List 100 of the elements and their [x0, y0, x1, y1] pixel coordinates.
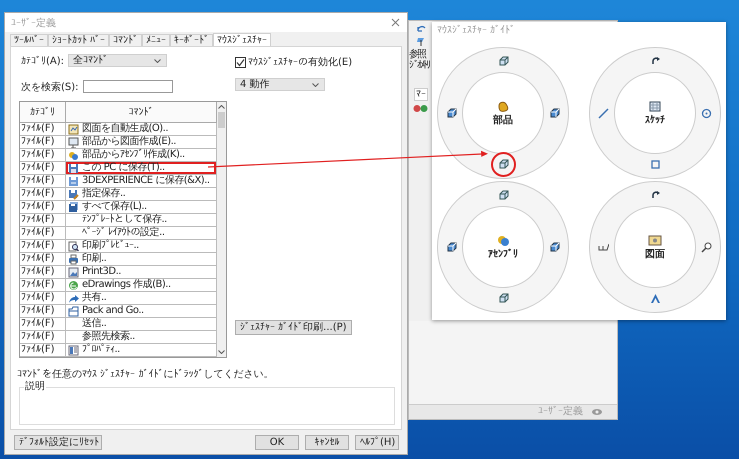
appearance-icon	[413, 104, 429, 113]
table-cell: ﾌｧｲﾙ(F)	[20, 344, 66, 357]
tab[interactable]: ﾏｰ	[414, 88, 428, 101]
gesture-center[interactable]: 部品	[462, 72, 544, 154]
table-cell[interactable]: 共有..	[66, 292, 217, 305]
table-cell[interactable]: ﾃﾝﾌﾟﾚｰﾄとして保存..	[66, 214, 217, 227]
gesture-center[interactable]: ｽｹｯﾁ	[614, 72, 696, 154]
eye-icon	[591, 408, 603, 416]
highlighted-cell[interactable]: この PC に保存(T)..	[66, 162, 217, 175]
table-cell: ﾌｧｲﾙ(F)	[20, 162, 66, 175]
table-cell[interactable]: ﾍﾟｰｼﾞ ﾚｲｱｳﾄの設定..	[66, 227, 217, 240]
field-label: ｶﾃｺﾞﾘ(A):	[21, 54, 64, 66]
table-cell[interactable]: ﾌﾟﾛﾊﾟﾃｨ..	[66, 344, 217, 357]
table-cell: ﾌｧｲﾙ(F)	[20, 123, 66, 136]
dialog-button[interactable]: ｷｬﾝｾﾙ	[305, 435, 349, 450]
table-cell: ﾌｧｲﾙ(F)	[20, 240, 66, 253]
globe-icon	[68, 280, 79, 290]
tab[interactable]: ｺﾏﾝﾄﾞ	[109, 34, 142, 46]
sketch-icon	[648, 100, 662, 113]
description-label: 説明	[24, 381, 46, 393]
cube-icon	[549, 242, 560, 253]
gesture-count-dropdown[interactable]: 4 動作	[235, 78, 325, 91]
table-cell: ﾌｧｲﾙ(F)	[20, 305, 66, 318]
search-field[interactable]	[82, 80, 173, 93]
printer-icon	[68, 254, 79, 264]
column-header[interactable]: ｺﾏﾝﾄﾞ	[66, 102, 217, 123]
category-dropdown[interactable]: 全ｺﾏﾝﾄﾞ	[68, 54, 168, 67]
hint-text: ｺﾏﾝﾄﾞを任意のﾏｳｽ ｼﾞｪｽﾁｬｰ ｶﾞｲﾄﾞにﾄﾞﾗｯｸﾞしてください。	[17, 368, 274, 380]
table-cell[interactable]: eDrawings 作成(B)..	[66, 279, 217, 292]
table-cell[interactable]: 3DEXPERIENCE に保存(&X)..	[66, 175, 217, 188]
table-cell[interactable]: 指定保存..	[66, 188, 217, 201]
line-icon	[598, 108, 609, 119]
tab[interactable]: ｷｰﾎﾞｰﾄﾞ	[170, 34, 214, 46]
ribbon-button[interactable]: 参照 ｼﾞｵﾒﾄﾘ	[409, 49, 433, 71]
table-cell[interactable]: 参照先検索..	[66, 331, 217, 344]
chevron-down-icon	[312, 82, 319, 86]
command-name: この PC に保存(T)..	[82, 162, 165, 174]
command-name: ﾃﾝﾌﾟﾚｰﾄとして保存..	[82, 214, 167, 226]
highlight-circle[interactable]	[491, 152, 516, 177]
table-cell: ﾌｧｲﾙ(F)	[20, 188, 66, 201]
chevron-down-icon	[154, 58, 162, 62]
cube-icon	[498, 159, 509, 170]
chevron-down-icon	[218, 350, 225, 354]
dimension-icon	[598, 242, 609, 253]
floppy-disk-icon	[68, 202, 79, 212]
table-cell[interactable]: 印刷ﾌﾟﾚﾋﾞｭｰ..	[66, 240, 217, 253]
magnifier-icon	[68, 240, 79, 252]
scrollbar[interactable]	[217, 102, 226, 357]
scroll-thumb[interactable]	[218, 112, 225, 128]
tab[interactable]: ﾒﾆｭｰ	[142, 34, 170, 46]
circle-icon	[701, 108, 712, 119]
part-icon	[496, 100, 510, 113]
table-cell[interactable]: 部品からｱｾﾝﾌﾞﾘ作成(K)..	[66, 149, 217, 162]
command-name: 参照先検索..	[82, 331, 135, 343]
command-name: ﾍﾟｰｼﾞ ﾚｲｱｳﾄの設定..	[82, 227, 165, 239]
table-cell[interactable]: 印刷..	[66, 253, 217, 266]
table-cell: ﾌｧｲﾙ(F)	[20, 279, 66, 292]
command-name: 図面を自動生成(O)..	[82, 123, 168, 135]
gesture-center[interactable]: 図面	[614, 206, 696, 288]
table-cell[interactable]: Print3D..	[66, 266, 217, 279]
table-cell[interactable]: 送信..	[66, 318, 217, 331]
chevron-up-icon	[218, 105, 225, 109]
tab[interactable]: ﾂｰﾙﾊﾞｰ	[10, 34, 48, 46]
table-cell[interactable]: すべて保存(L)..	[66, 201, 217, 214]
command-name: 共有..	[82, 292, 106, 304]
gesture-label: ｱｾﾝﾌﾞﾘ	[488, 249, 518, 260]
reset-button[interactable]: ﾃﾞﾌｫﾙﾄ設定にﾘｾｯﾄ	[14, 435, 102, 450]
table-cell[interactable]: 部品から図面作成(E)..	[66, 136, 217, 149]
command-name: 送信..	[82, 318, 106, 330]
cube-icon	[446, 108, 457, 119]
close-icon	[390, 18, 400, 27]
tab[interactable]: ﾏｳｽｼﾞｪｽﾁｬｰ	[213, 33, 272, 47]
checkbox[interactable]	[235, 56, 246, 68]
dialog-button[interactable]: ﾍﾙﾌﾟ(H)	[355, 435, 399, 450]
table-cell: ﾌｧｲﾙ(F)	[20, 331, 66, 344]
table-cell[interactable]: 図面を自動生成(O)..	[66, 123, 217, 136]
table-cell: ﾌｧｲﾙ(F)	[20, 266, 66, 279]
table-cell: ﾌｧｲﾙ(F)	[20, 201, 66, 214]
print-guide-button[interactable]: ｼﾞｪｽﾁｬｰ ｶﾞｲﾄﾞ印刷...(P)	[235, 320, 352, 335]
table-cell: ﾌｧｲﾙ(F)	[20, 227, 66, 240]
table-cell[interactable]: Pack and Go..	[66, 305, 217, 318]
table-cell: ﾌｧｲﾙ(F)	[20, 318, 66, 331]
command-name: ﾌﾟﾛﾊﾟﾃｨ..	[82, 344, 120, 356]
command-name: 印刷ﾌﾟﾚﾋﾞｭｰ..	[82, 240, 139, 252]
table-cell: ﾌｧｲﾙ(F)	[20, 214, 66, 227]
gesture-center[interactable]: ｱｾﾝﾌﾞﾘ	[462, 206, 544, 288]
tab[interactable]: ｼｮｰﾄｶｯﾄ ﾊﾞｰ	[48, 34, 110, 46]
list-icon	[68, 344, 79, 356]
rectangle-icon	[650, 159, 661, 170]
dialog-button[interactable]: OK	[255, 435, 299, 450]
window-title: ﾕｰｻﾞｰ定義	[11, 16, 57, 30]
command-name: 部品からｱｾﾝﾌﾞﾘ作成(K)..	[82, 149, 185, 161]
drawing-icon	[68, 136, 79, 148]
command-name: 指定保存..	[82, 188, 126, 200]
field-label: 次を検索(S):	[21, 80, 79, 94]
status-text: ﾕｰｻﾞｰ定義	[538, 406, 583, 418]
command-name: Print3D..	[82, 266, 121, 278]
table-cell: ﾌｧｲﾙ(F)	[20, 292, 66, 305]
undo-icon	[416, 25, 426, 33]
column-header[interactable]: ｶﾃｺﾞﾘ	[20, 102, 66, 123]
